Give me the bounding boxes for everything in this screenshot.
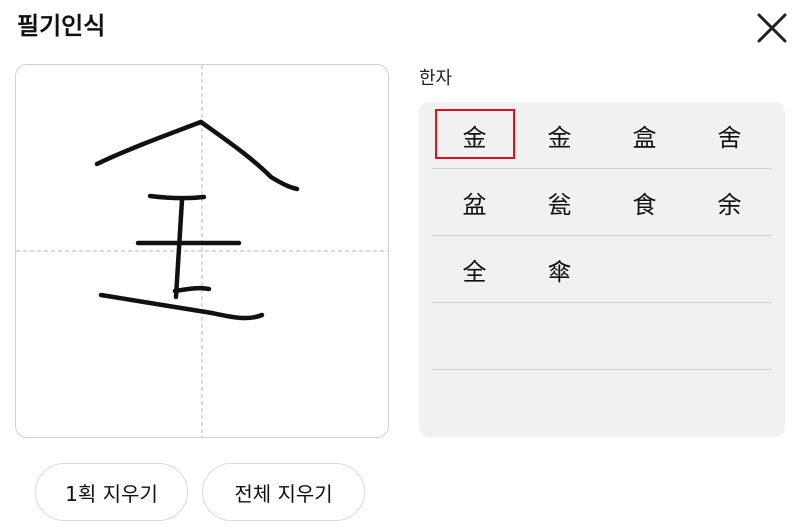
candidate-cell — [687, 303, 772, 369]
candidate-row: 金 金 盒 舍 — [432, 102, 772, 169]
candidate-cell — [432, 303, 517, 369]
candidate-cell — [687, 236, 772, 302]
candidate-cell[interactable]: 傘 — [517, 236, 602, 302]
ink-strokes — [94, 119, 300, 321]
candidate-cell[interactable]: 瓮 — [517, 169, 602, 235]
candidate-cell[interactable]: 全 — [432, 236, 517, 302]
close-icon[interactable] — [754, 10, 790, 46]
candidate-cell[interactable]: 盒 — [602, 102, 687, 168]
results-label: 한자 — [419, 68, 453, 89]
candidate-cell — [602, 303, 687, 369]
candidate-row: 盆 瓮 食 余 — [432, 169, 772, 236]
undo-stroke-button[interactable]: 1획 지우기 — [35, 463, 188, 521]
handwriting-canvas[interactable] — [15, 64, 389, 438]
candidate-cell — [432, 370, 517, 436]
candidate-row — [432, 370, 772, 436]
candidate-cell[interactable]: 金 — [517, 102, 602, 168]
candidate-cell-selected[interactable]: 金 — [432, 102, 517, 168]
candidate-cell — [517, 370, 602, 436]
candidate-cell — [602, 236, 687, 302]
candidate-cell — [687, 370, 772, 436]
candidate-cell[interactable]: 盆 — [432, 169, 517, 235]
candidate-panel: 金 金 盒 舍 盆 瓮 食 余 全 傘 — [419, 102, 785, 437]
candidate-row: 全 傘 — [432, 236, 772, 303]
candidate-cell[interactable]: 食 — [602, 169, 687, 235]
clear-all-button[interactable]: 전체 지우기 — [202, 463, 365, 521]
candidate-cell — [517, 303, 602, 369]
page-title: 필기인식 — [17, 12, 106, 40]
candidate-cell[interactable]: 舍 — [687, 102, 772, 168]
candidate-row — [432, 303, 772, 370]
candidate-cell — [602, 370, 687, 436]
candidate-cell[interactable]: 余 — [687, 169, 772, 235]
